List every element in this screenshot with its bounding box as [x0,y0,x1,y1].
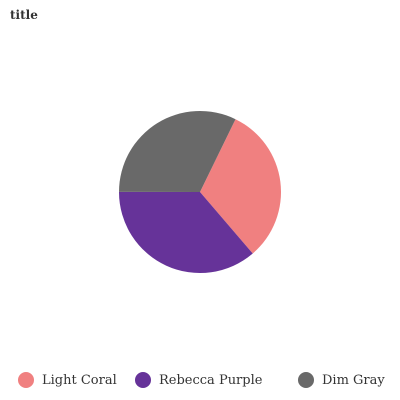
pie-chart [119,111,281,273]
legend-label-dim-gray: Dim Gray [322,372,385,388]
legend-item-rebecca-purple: Rebecca Purple [135,368,262,392]
legend-swatch-dim-gray [298,372,314,388]
pie-slices [119,111,281,273]
legend-label-light-coral: Light Coral [42,372,117,388]
legend-swatch-light-coral [18,372,34,388]
legend-swatch-rebecca-purple [135,372,151,388]
legend-item-light-coral: Light Coral [18,368,117,392]
legend-label-rebecca-purple: Rebecca Purple [159,372,263,388]
legend-item-dim-gray: Dim Gray [298,368,385,392]
legend: Light Coral Rebecca Purple Dim Gray [0,368,400,392]
